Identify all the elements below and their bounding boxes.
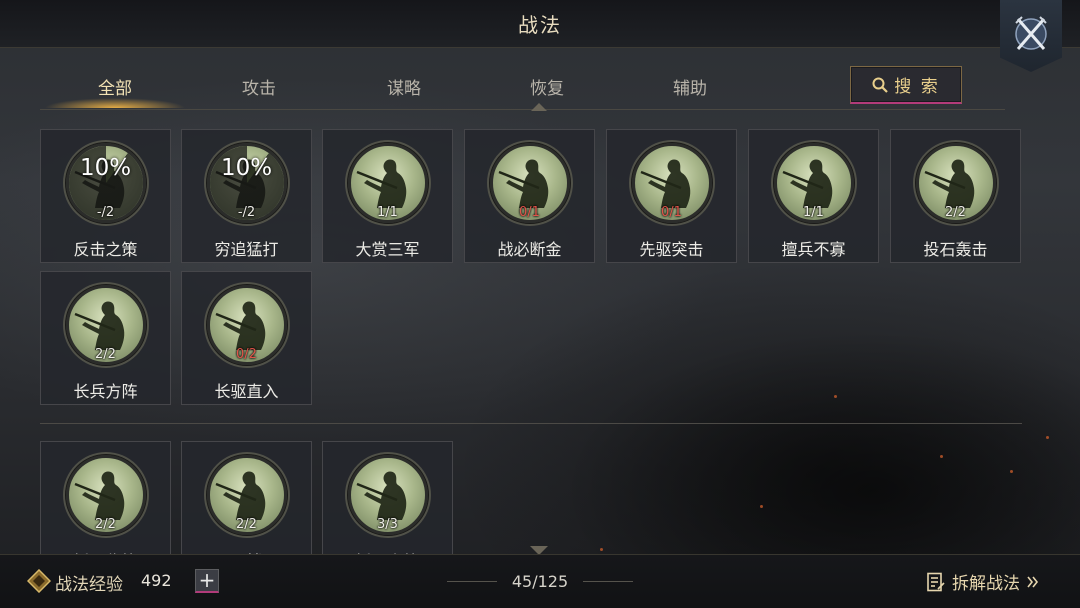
tactic-card[interactable]: 0/2 长驱直入 bbox=[181, 271, 312, 405]
tactic-count: -/2 bbox=[96, 205, 115, 220]
close-button[interactable] bbox=[1000, 0, 1062, 72]
tactic-name: 长兵方阵 bbox=[73, 382, 138, 401]
tactic-count: 1/1 bbox=[803, 205, 824, 220]
tactic-name: 大赏三军 bbox=[355, 240, 420, 259]
tactic-count: 2/2 bbox=[236, 517, 257, 532]
tactic-count: 1/1 bbox=[377, 205, 398, 220]
bottom-bar: 战法经验 492 + 45/125 拆解战法 bbox=[0, 554, 1080, 608]
tab-support[interactable]: 辅助 bbox=[620, 70, 760, 108]
search-icon bbox=[872, 77, 889, 93]
tactic-name: 长驱直入 bbox=[214, 382, 279, 401]
tactic-card[interactable]: 2/2 投石轰击 bbox=[890, 129, 1021, 263]
section-divider bbox=[40, 423, 1022, 424]
tactic-count: 2/2 bbox=[945, 205, 966, 220]
tactic-percent: 10% bbox=[79, 155, 132, 181]
tactic-card[interactable]: 2/2 长兵方阵 bbox=[40, 271, 171, 405]
scroll-up-indicator bbox=[531, 103, 547, 111]
page-indicator: 45/125 bbox=[511, 572, 569, 591]
search-button[interactable]: 搜 索 bbox=[850, 66, 962, 104]
tactic-card[interactable]: 0/1 先驱突击 bbox=[606, 129, 737, 263]
tactic-card[interactable]: 0/1 战必断金 bbox=[464, 129, 595, 263]
tactic-count: 2/2 bbox=[95, 347, 116, 362]
tactic-count: 3/3 bbox=[377, 517, 398, 532]
crossed-swords-icon bbox=[1015, 16, 1047, 50]
category-tabs: 全部 攻击 谋略 恢复 辅助 搜 索 bbox=[40, 66, 1020, 112]
tactic-card[interactable]: 1/1 大赏三军 bbox=[322, 129, 453, 263]
tactic-card[interactable]: 10% -/2 穷追猛打 bbox=[181, 129, 312, 263]
tactic-name: 先驱突击 bbox=[639, 240, 704, 259]
tactic-count: 2/2 bbox=[95, 517, 116, 532]
double-chevron-right-icon bbox=[1027, 576, 1039, 587]
tab-attack[interactable]: 攻击 bbox=[189, 70, 329, 108]
dismantle-button[interactable]: 拆解战法 bbox=[926, 569, 1040, 594]
tactic-card[interactable]: 1/1 擅兵不寡 bbox=[748, 129, 879, 263]
tactic-name: 投石轰击 bbox=[923, 240, 988, 259]
tactic-name: 反击之策 bbox=[73, 240, 138, 259]
page-title: 战法 bbox=[518, 13, 562, 37]
tab-recovery[interactable]: 恢复 bbox=[477, 70, 617, 108]
tactic-name: 穷追猛打 bbox=[214, 240, 279, 259]
tactic-count: 0/1 bbox=[661, 205, 682, 220]
document-list-icon bbox=[927, 572, 945, 591]
tab-strategy[interactable]: 谋略 bbox=[334, 70, 474, 108]
tabs-divider bbox=[40, 109, 1005, 110]
tactic-count: 0/2 bbox=[236, 347, 257, 362]
dismantle-label: 拆解战法 bbox=[952, 574, 1020, 594]
tactic-name: 战必断金 bbox=[497, 240, 562, 259]
tactic-card[interactable]: 10% -/2 反击之策 bbox=[40, 129, 171, 263]
top-bar: 战法 bbox=[0, 0, 1080, 48]
tactic-percent: 10% bbox=[220, 155, 273, 181]
search-label: 搜 索 bbox=[894, 77, 940, 97]
tab-all[interactable]: 全部 bbox=[45, 70, 185, 108]
tactic-count: -/2 bbox=[237, 205, 256, 220]
tactic-name: 擅兵不寡 bbox=[781, 240, 846, 259]
tactic-count: 0/1 bbox=[519, 205, 540, 220]
